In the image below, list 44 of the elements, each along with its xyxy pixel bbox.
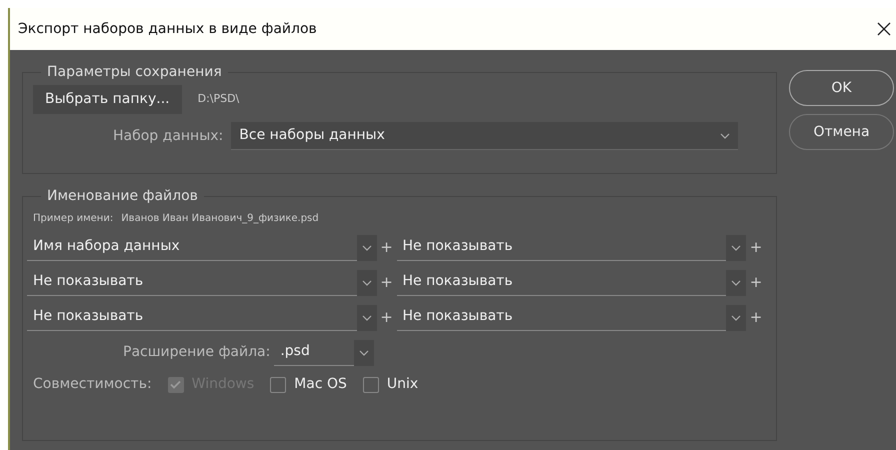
field-label: Расширение файла: [123, 343, 270, 362]
checkbox[interactable] [270, 376, 286, 392]
window-title: Экспорт наборов данных в виде файлов [18, 20, 317, 38]
plus-sign[interactable]: + [746, 271, 766, 294]
checkbox[interactable] [362, 376, 379, 392]
plus-sign[interactable]: + [746, 306, 766, 329]
naming-field[interactable]: Имя набора данных [27, 234, 357, 261]
chevron-icon [720, 132, 730, 138]
dropdown-button[interactable] [726, 304, 746, 330]
dataset-dropdown[interactable]: Все наборы данных [231, 122, 738, 150]
plus-sign[interactable]: + [746, 236, 766, 259]
checkbox-label: Unix [386, 375, 418, 394]
plus-sign[interactable]: + [376, 236, 396, 259]
chevron-icon [731, 314, 742, 320]
checkbox-label: Mac OS [294, 375, 347, 394]
chevron-icon [362, 314, 372, 320]
chevron-icon [362, 280, 372, 286]
example-label: Пример имени: [33, 212, 114, 226]
naming-field[interactable]: Не показывать [396, 234, 726, 261]
chevron-icon [731, 280, 742, 286]
dropdown-button[interactable] [356, 270, 377, 296]
naming-field[interactable]: Не показывать [396, 304, 726, 331]
dropdown-button[interactable] [356, 304, 377, 330]
chevron-icon [731, 244, 742, 250]
check-icon [170, 380, 182, 389]
field-label: Совместимость: [33, 375, 152, 394]
close-button[interactable] [876, 21, 892, 37]
choose-folder-button[interactable]: Выбрать папку... [33, 85, 182, 114]
naming-field[interactable]: Не показывать [396, 269, 726, 296]
naming-field[interactable]: Не показывать [27, 304, 357, 331]
dropdown-button[interactable] [354, 340, 374, 366]
plus-sign[interactable]: + [376, 271, 396, 294]
field-label: Набор данных: [113, 126, 224, 146]
dropdown-button[interactable] [356, 234, 377, 260]
ok-button[interactable]: OK [789, 70, 894, 106]
cancel-button[interactable]: Отмена [789, 114, 894, 150]
dropdown-button[interactable] [726, 270, 746, 296]
chevron-icon [362, 244, 372, 250]
dropdown-button[interactable] [726, 234, 746, 260]
naming-field[interactable]: Не показывать [27, 269, 357, 296]
chevron-icon [359, 350, 370, 356]
plus-sign[interactable]: + [376, 306, 396, 329]
example-filename: Иванов Иван Иванович_9_физике.psd [121, 212, 319, 226]
folder-path: D:\PSD\ [198, 91, 240, 108]
